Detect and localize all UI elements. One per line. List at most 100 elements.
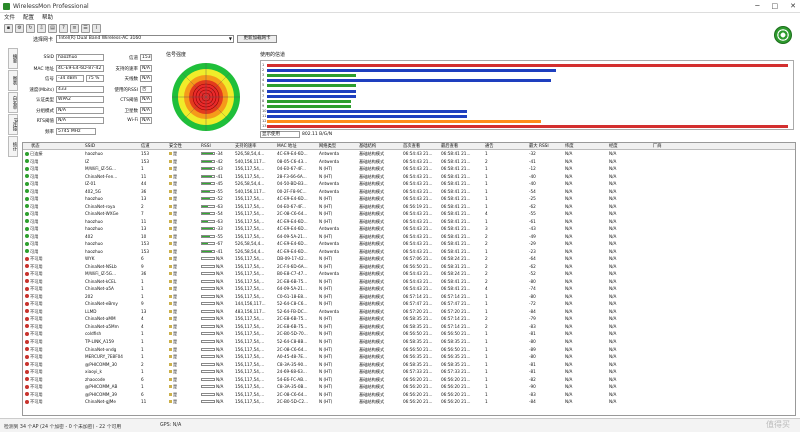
column-header[interactable]: 基础结构 — [359, 143, 401, 150]
adapter-select[interactable]: Intel(R) Dual Band Wireless-AC 3160 ▼ — [56, 35, 234, 43]
table-row[interactable]: 可用 ChinaNet-roya 2 是 -63 156,117,54,... 04-E0-… — [23, 204, 795, 211]
last-seen-cell: 06:56:20 21... — [441, 384, 481, 391]
cell-text: N (HT) — [319, 346, 333, 352]
status-cell: 可用 — [25, 234, 85, 241]
save-icon[interactable]: ▪ — [4, 23, 13, 33]
table-row[interactable]: 可用 haozhuo 11 是 -63 156,117,54,... 4C-E9-E4-6D… — [23, 219, 795, 226]
cell-text: -54 — [529, 188, 536, 194]
side-tab[interactable]: IP连接 — [8, 114, 18, 135]
table-row[interactable]: 不可用 M/WiFi_IZ-5G... 36 是 N/A 156,117,54,... B0… — [23, 271, 795, 278]
table-row[interactable]: 不可用 ChinaNet-a5Mm 4 是 N/A 156,117,54,... 2C-E8… — [23, 324, 795, 331]
status-cell: 不可用 — [25, 399, 85, 406]
column-header[interactable]: 网络类型 — [319, 143, 361, 150]
column-header[interactable]: 厂商 — [653, 143, 695, 150]
maximize-icon[interactable]: □ — [772, 2, 779, 10]
table-row[interactable]: 不可用 ChinaNet-kCEL 1 是 N/A 156,117,54,... 2C-E8… — [23, 279, 795, 286]
info-field-label: 信道 — [129, 56, 138, 61]
table-row[interactable]: 不可用 xiaoyi_k 1 是 N/A 156,117,54,... 24-69-68-6… — [23, 369, 795, 376]
close-icon[interactable]: ✕ — [790, 2, 796, 10]
table-row[interactable]: 不可用 zhaocode 6 是 N/A 156,117,54,... 54-E6-FC-A… — [23, 377, 795, 384]
table-row[interactable]: 可用 ChinaNet-WXGe 7 是 -54 156,117,54,... 2C-08-… — [23, 211, 795, 218]
menu-item[interactable]: 文件 — [4, 13, 15, 22]
column-header[interactable]: SSID — [85, 143, 127, 150]
side-tab[interactable]: 摘要 — [8, 48, 18, 69]
table-row[interactable]: 可用 402 10 是 -55 156,117,54,... 64-09-5A-21... N… — [23, 234, 795, 241]
lon-cell: N/A — [609, 339, 649, 346]
infra-cell: 基础结构模式 — [359, 347, 399, 354]
column-header[interactable]: 状态 — [31, 143, 73, 150]
list-icon[interactable]: ≡ — [70, 23, 79, 33]
table-row[interactable]: 不可用 ChinaNet-a5A 1 是 N/A 156,117,54,... 64-09-… — [23, 286, 795, 293]
rate-cell: 156,117,54,... — [235, 294, 275, 301]
table-row[interactable]: 可用 ChinaNet-Fen... 11 是 -41 156,117,54,... 28-… — [23, 174, 795, 181]
band-select[interactable]: 显示使用 — [260, 131, 300, 138]
table-row[interactable]: 不可用 ChinaNet-gJMe 11 是 N/A 156,117,54,... 2C-B… — [23, 399, 795, 406]
cell-text: -43 — [529, 226, 536, 232]
cell-text: 4C-E9-E4-6D... — [277, 196, 308, 202]
table-row[interactable]: 不可用 ChinaNet-eBmy 9 是 N/A 144,156,117... 52-64… — [23, 301, 795, 308]
chart-icon[interactable]: ▤ — [48, 23, 57, 33]
rssi-bar — [201, 174, 215, 178]
cell-text: -80 — [529, 339, 536, 344]
lock-icon — [169, 385, 172, 389]
table-row[interactable]: 可用 haozhuo 153 是 -41 526,58,54,4... 4C-E9-E4-6… — [23, 249, 795, 256]
nettype-cell: N (HT) — [319, 204, 359, 211]
table-row[interactable]: 不可用 LLMD 13 是 N/A 483,156,117... 52-64-FB-DC..… — [23, 309, 795, 316]
ssid-cell: @PHICOMM_AB — [85, 384, 139, 391]
cell-text: N/A — [609, 286, 617, 292]
table-row[interactable]: 已连接 haozhuo 153 是 -34 526,58,54,4... 4C-E9-E4-… — [23, 151, 795, 158]
export-icon[interactable]: ⇩ — [37, 23, 46, 33]
table-row[interactable]: 可用 haozhuo 153 是 -67 526,58,54,4... 4C-E9-E4-6… — [23, 241, 795, 248]
column-header[interactable]: 纬度 — [565, 143, 607, 150]
table-row[interactable]: 不可用 ChinaNet-xndg 1 是 N/A 156,117,54,... 2C-08… — [23, 347, 795, 354]
refresh-icon[interactable]: ↻ — [26, 23, 35, 33]
table-row[interactable]: 可用 402_5G 36 是 -55 540,156,117... 00-2F-F8-9C.… — [23, 189, 795, 196]
cell-text: N/A — [216, 301, 224, 307]
side-tab[interactable]: 统计 — [8, 136, 18, 157]
side-tab[interactable]: 白名单 — [8, 92, 18, 113]
menu-item[interactable]: 帮助 — [42, 13, 53, 22]
rssi-bar — [201, 152, 215, 155]
log-icon[interactable]: ☰ — [81, 23, 90, 33]
lon-cell: N/A — [609, 226, 649, 233]
about-icon[interactable]: i — [92, 23, 101, 33]
table-row[interactable]: 不可用 ChinaNet-aMM 4 是 N/A 156,117,54,... 2C-E8-… — [23, 316, 795, 323]
max-rssi-cell: -32 — [529, 151, 569, 158]
column-header[interactable]: 通告 — [485, 143, 527, 150]
table-row[interactable]: 可用 haozhuo 13 是 -52 156,117,54,... 4C-E9-E4-6D… — [23, 196, 795, 203]
column-header[interactable]: MAC 地址 — [277, 143, 319, 150]
cell-text: 540,156,117... — [235, 188, 266, 194]
status-text: 不可用 — [30, 346, 43, 352]
table-row[interactable]: 可用 IZ-01 44 是 -45 526,58,54,4... 04-50-BD-B3..… — [23, 181, 795, 188]
table-row[interactable]: 不可用 @PHICOMM_30 2 是 N/A 156,117,54,... C8-3A-3… — [23, 362, 795, 369]
table-row[interactable]: 不可用 coldfish 1 是 N/A 156,117,54,... 2C-B0-5D-7… — [23, 331, 795, 338]
column-header[interactable]: 首次查看 — [403, 143, 445, 150]
cell-text: Antwerda — [319, 158, 340, 164]
cell-text: B0-E8-C7-47... — [277, 271, 308, 277]
table-row[interactable]: 不可用 @PHICOMM_39 6 是 N/A 156,117,54,... 2C-08-C… — [23, 392, 795, 399]
cell-text: 06:54:43 21... — [403, 233, 433, 239]
rssi-bar — [201, 362, 215, 366]
table-row[interactable]: 不可用 WYK 6 是 N/A 156,117,54,... DB-09-17-42... N… — [23, 256, 795, 263]
lock-icon — [169, 219, 172, 223]
mac-cell: A0-45-48-7E... — [277, 354, 317, 361]
table-row[interactable]: 不可用 MERCURY_7E8F04 1 是 N/A 156,117,54,... A0-4… — [23, 354, 795, 361]
minimize-icon[interactable]: ─ — [755, 2, 759, 10]
side-tab[interactable]: 图表 — [8, 70, 18, 91]
settings-icon[interactable]: ⚙ — [15, 23, 24, 33]
table-row[interactable]: 可用 haozhuo 13 是 -33 156,117,54,... 4C-E9-E4-6D… — [23, 226, 795, 233]
help-icon[interactable]: ? — [59, 23, 68, 33]
update-adapter-button[interactable]: 更新加载网卡 — [237, 35, 277, 43]
table-row[interactable]: 不可用 @PHICOMM_AB 1 是 N/A 156,117,54,... C8-3A-3… — [23, 384, 795, 391]
table-row[interactable]: 可用 IZ 153 是 -42 540,156,117... 08-05-C6-43... A… — [23, 159, 795, 166]
table-row[interactable]: 不可用 202 1 是 N/A 156,117,54,... C0-61-18-E8... N… — [23, 294, 795, 301]
column-header[interactable]: 最后查看 — [441, 143, 483, 150]
column-header[interactable]: 支持的速率 — [235, 143, 277, 150]
cell-text: N (HT) — [319, 354, 333, 360]
table-row[interactable]: 不可用 TP-LINK_A159 1 是 N/A 156,117,54,... 52-64-… — [23, 339, 795, 346]
table-row[interactable]: 可用 M/WiFi_IZ-5G... 1 是 -43 156,117,54,... 04-E… — [23, 166, 795, 173]
table-row[interactable]: 不可用 ChinaNet-NSLb 9 是 N/A 156,117,54,... 2C-F4… — [23, 264, 795, 271]
menu-item[interactable]: 配置 — [23, 13, 34, 22]
column-header[interactable]: 经度 — [609, 143, 651, 150]
cell-text: N/A — [565, 286, 573, 292]
